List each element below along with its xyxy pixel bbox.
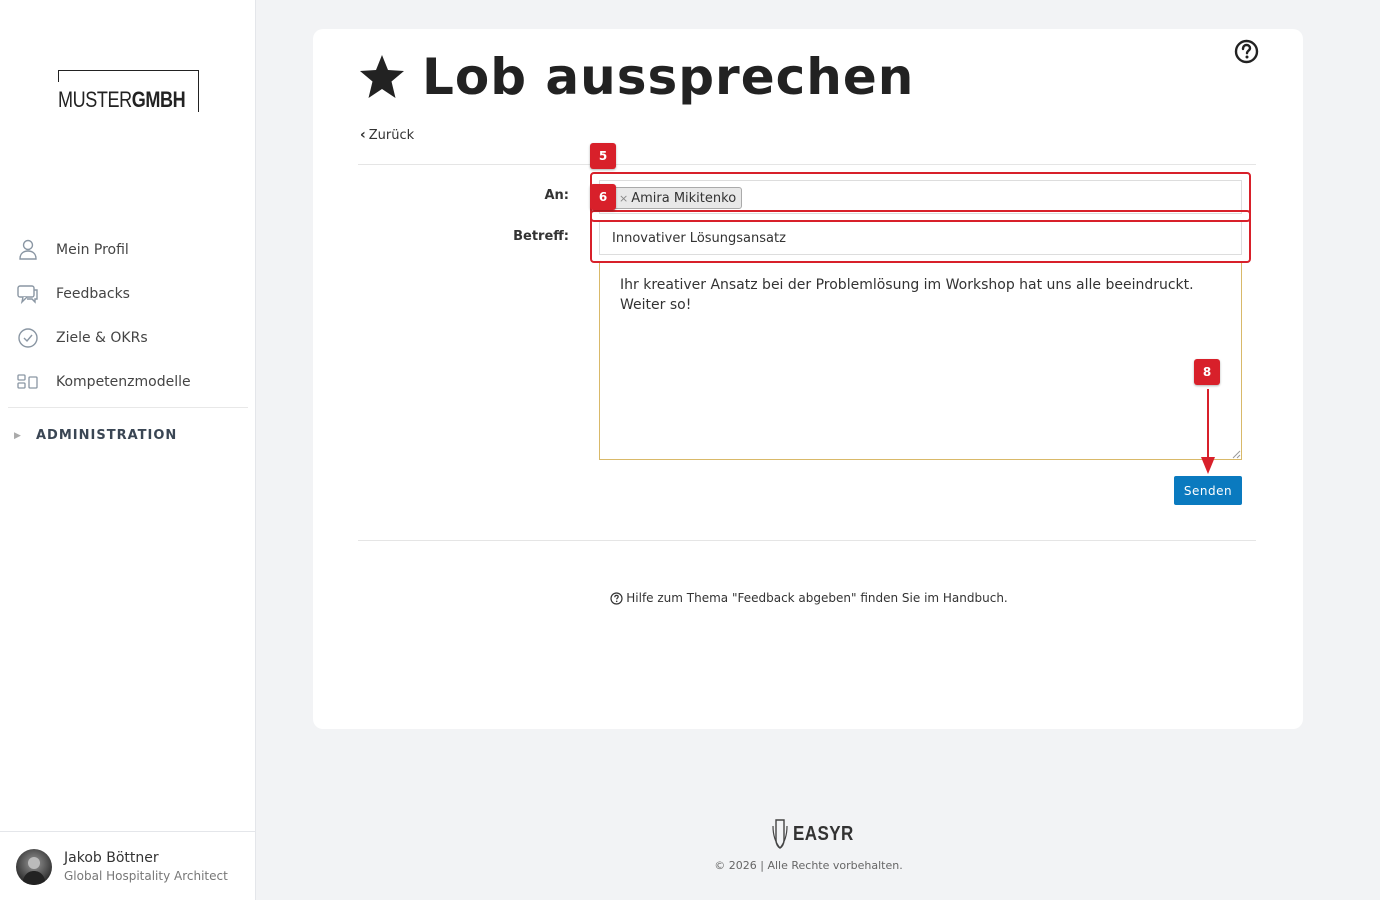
sidebar-item-label: Mein Profil — [56, 242, 129, 258]
sidebar-nav: Mein Profil Feedbacks Ziele & OKRs Kompe… — [0, 228, 256, 404]
question-circle-icon[interactable] — [1234, 39, 1259, 64]
easyr-logo-icon — [772, 819, 788, 849]
check-circle-icon — [16, 326, 40, 350]
annotation-badge-8: 8 — [1194, 359, 1220, 385]
handbook-help-text[interactable]: Hilfe zum Thema "Feedback abgeben" finde… — [313, 591, 1303, 605]
back-link[interactable]: ‹ Zurück — [360, 127, 414, 143]
person-icon — [16, 238, 40, 262]
to-label: An: — [544, 188, 569, 203]
divider — [358, 540, 1256, 541]
company-logo[interactable]: MUSTERGMBH — [58, 70, 200, 112]
annotation-badge-5: 5 — [590, 143, 616, 169]
recipient-field[interactable]: × Amira Mikitenko — [599, 180, 1242, 214]
back-link-label: Zurück — [368, 127, 415, 143]
sidebar-item-feedbacks[interactable]: Feedbacks — [0, 272, 256, 316]
easyr-logo: EASYR — [771, 818, 864, 850]
sidebar: MUSTERGMBH Mein Profil Feedbacks Ziele &… — [0, 0, 256, 900]
sidebar-item-label: Kompetenzmodelle — [56, 374, 191, 390]
page-title: Lob aussprechen — [358, 47, 914, 107]
sidebar-item-ziele-okrs[interactable]: Ziele & OKRs — [0, 316, 256, 360]
resize-grip-icon[interactable] — [1232, 450, 1241, 459]
sidebar-item-administration[interactable]: ▶ ADMINISTRATION — [14, 428, 177, 443]
logo-text-part1: MUSTER — [58, 87, 132, 112]
sidebar-divider — [8, 407, 248, 408]
subject-label: Betreff: — [513, 229, 569, 244]
recipient-name: Amira Mikitenko — [631, 190, 737, 206]
page-title-text: Lob aussprechen — [422, 48, 915, 106]
sidebar-item-label: Ziele & OKRs — [56, 330, 148, 346]
annotation-badge-6: 6 — [590, 184, 616, 210]
easyr-logo-text: EASYR — [793, 822, 854, 845]
star-icon — [360, 55, 404, 98]
sidebar-item-kompetenzmodelle[interactable]: Kompetenzmodelle — [0, 360, 256, 404]
logo-text-part2: GMBH — [131, 87, 186, 112]
sidebar-item-mein-profil[interactable]: Mein Profil — [0, 228, 256, 272]
subject-input[interactable] — [599, 221, 1242, 255]
sidebar-item-label: Feedbacks — [56, 286, 130, 302]
copyright-text: © 2026 | Alle Rechte vorbehalten. — [714, 859, 903, 872]
handbook-help-label: Hilfe zum Thema "Feedback abgeben" finde… — [626, 591, 1008, 605]
send-button[interactable]: Senden — [1174, 476, 1242, 505]
recipient-tag[interactable]: × Amira Mikitenko — [612, 187, 743, 209]
competence-grid-icon — [16, 370, 40, 394]
divider — [358, 164, 1256, 165]
chevron-left-icon: ‹ — [360, 127, 366, 143]
annotation-arrow — [1201, 389, 1215, 474]
sidebar-item-label: ADMINISTRATION — [36, 428, 178, 443]
question-circle-icon — [610, 591, 623, 605]
chat-bubbles-icon — [16, 282, 40, 306]
remove-recipient-icon[interactable]: × — [619, 192, 628, 205]
triangle-right-icon: ▶ — [14, 430, 21, 441]
message-textarea[interactable]: Ihr kreativer Ansatz bei der Problemlösu… — [599, 262, 1242, 460]
main-card: Lob aussprechen ‹ Zurück An: × Amira Mik… — [313, 29, 1303, 729]
